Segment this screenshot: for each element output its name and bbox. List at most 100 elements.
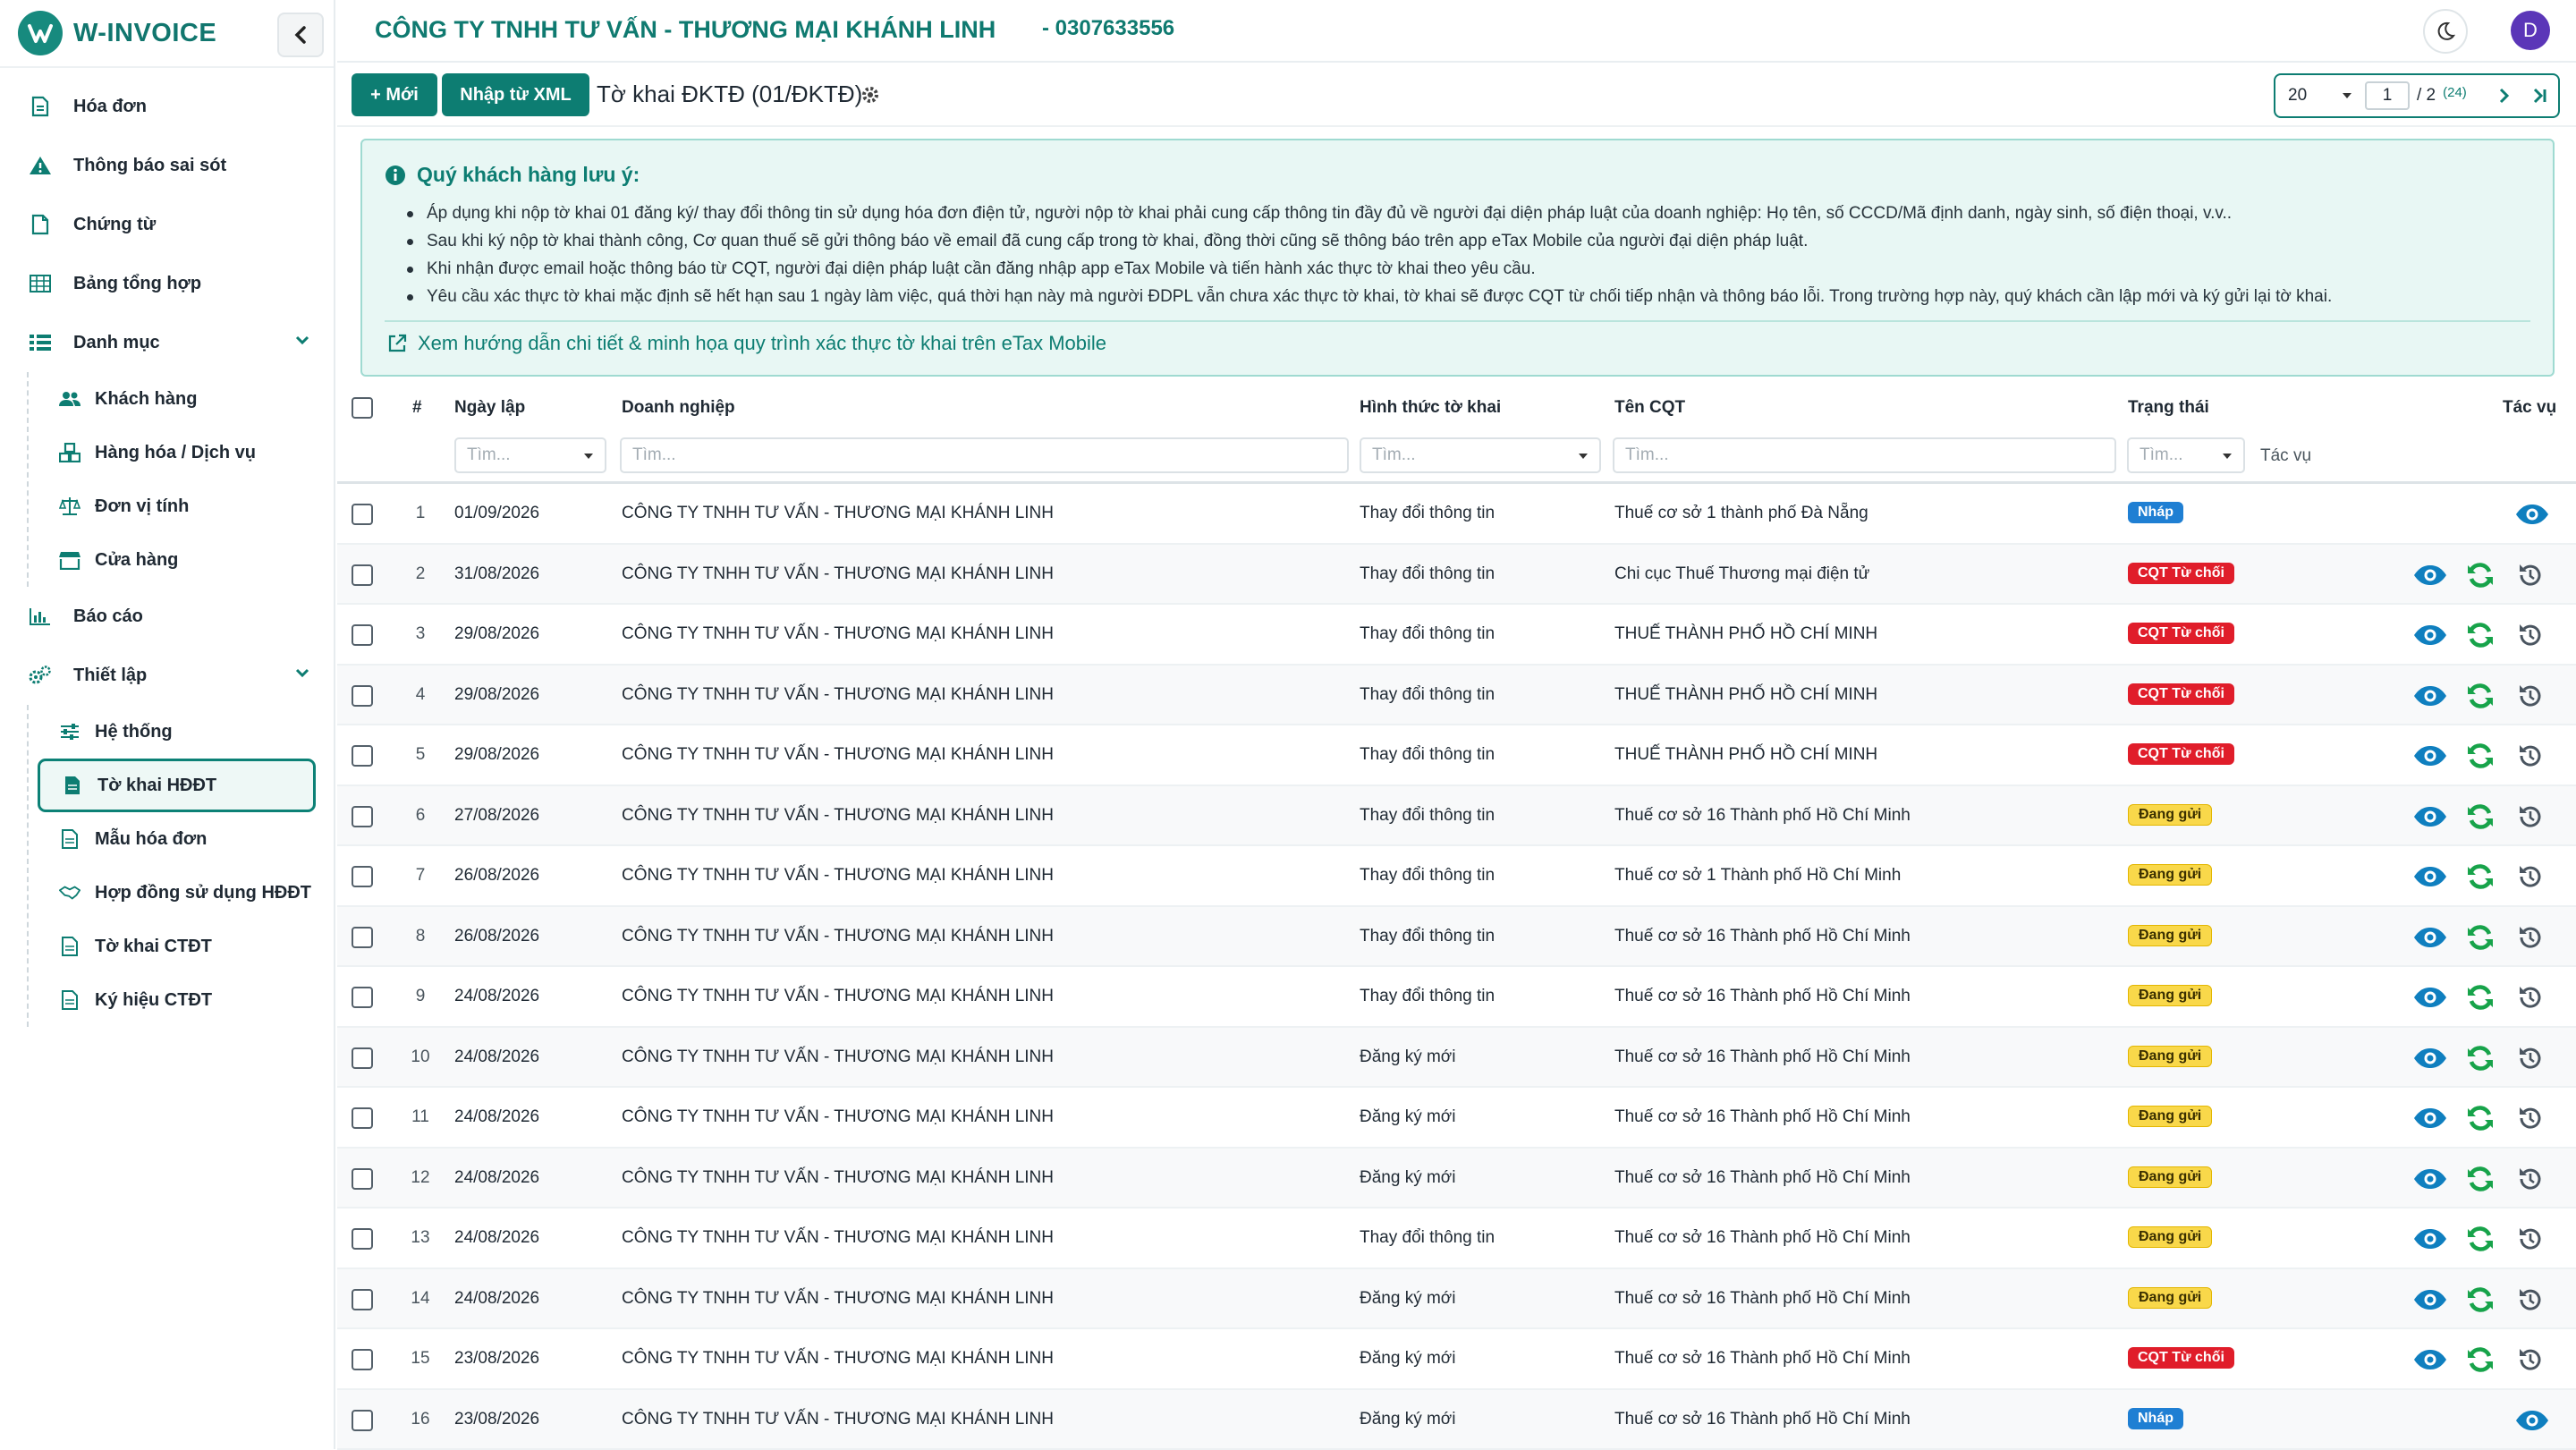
resend-sync-icon[interactable] xyxy=(2462,1344,2498,1375)
sidebar-item-don-vi-tinh[interactable]: Đơn vị tính xyxy=(38,479,316,533)
history-icon[interactable] xyxy=(2512,1344,2548,1375)
status-filter[interactable]: Tìm... xyxy=(2127,437,2245,473)
sidebar-item-hoa-don[interactable]: Hóa đơn xyxy=(0,77,335,136)
company-filter[interactable]: Tìm... xyxy=(620,437,1349,473)
resend-sync-icon[interactable] xyxy=(2462,1043,2498,1073)
row-checkbox[interactable] xyxy=(352,1410,373,1431)
history-icon[interactable] xyxy=(2512,1043,2548,1073)
type-filter[interactable]: Tìm... xyxy=(1360,437,1601,473)
select-all-checkbox[interactable] xyxy=(352,397,373,419)
view-eye-icon[interactable] xyxy=(2412,1344,2448,1375)
col-date[interactable]: Ngày lập xyxy=(454,398,525,418)
row-checkbox[interactable] xyxy=(352,806,373,827)
sidebar-item-hop-dong[interactable]: Hợp đồng sử dụng HĐĐT xyxy=(38,866,316,920)
row-checkbox[interactable] xyxy=(352,1228,373,1250)
table-row[interactable]: 429/08/2026CÔNG TY TNHH TƯ VẤN - THƯƠNG … xyxy=(337,666,2576,726)
row-checkbox[interactable] xyxy=(352,866,373,887)
col-company[interactable]: Doanh nghiệp xyxy=(622,398,735,418)
table-row[interactable]: 529/08/2026CÔNG TY TNHH TƯ VẤN - THƯƠNG … xyxy=(337,725,2576,786)
page-size-select[interactable]: 20 xyxy=(2288,81,2358,111)
view-eye-icon[interactable] xyxy=(2412,1224,2448,1254)
view-eye-icon[interactable] xyxy=(2412,681,2448,711)
gear-icon[interactable] xyxy=(860,85,880,105)
table-row[interactable]: 627/08/2026CÔNG TY TNHH TƯ VẤN - THƯƠNG … xyxy=(337,786,2576,847)
page-number-input[interactable]: 1 xyxy=(2365,81,2410,110)
view-eye-icon[interactable] xyxy=(2412,1103,2448,1133)
table-row[interactable]: 1324/08/2026CÔNG TY TNHH TƯ VẤN - THƯƠNG… xyxy=(337,1208,2576,1269)
table-row[interactable]: 1024/08/2026CÔNG TY TNHH TƯ VẤN - THƯƠNG… xyxy=(337,1028,2576,1089)
history-icon[interactable] xyxy=(2512,861,2548,892)
row-checkbox[interactable] xyxy=(352,745,373,767)
dark-mode-toggle[interactable] xyxy=(2423,9,2468,54)
resend-sync-icon[interactable] xyxy=(2462,1224,2498,1254)
table-row[interactable]: 726/08/2026CÔNG TY TNHH TƯ VẤN - THƯƠNG … xyxy=(337,846,2576,907)
sidebar-item-hang-hoa[interactable]: Hàng hóa / Dịch vụ xyxy=(38,426,316,479)
history-icon[interactable] xyxy=(2512,1224,2548,1254)
resend-sync-icon[interactable] xyxy=(2462,1103,2498,1133)
row-checkbox[interactable] xyxy=(352,1289,373,1310)
view-eye-icon[interactable] xyxy=(2514,499,2550,530)
row-checkbox[interactable] xyxy=(352,1047,373,1069)
guide-link[interactable]: Xem hướng dẫn chi tiết & minh họa quy tr… xyxy=(387,332,1106,355)
cqt-filter[interactable]: Tìm... xyxy=(1613,437,2116,473)
table-row[interactable]: 231/08/2026CÔNG TY TNHH TƯ VẤN - THƯƠNG … xyxy=(337,545,2576,606)
view-eye-icon[interactable] xyxy=(2412,560,2448,590)
sidebar-item-khach-hang[interactable]: Khách hàng xyxy=(38,372,316,426)
row-checkbox[interactable] xyxy=(352,1349,373,1370)
resend-sync-icon[interactable] xyxy=(2462,922,2498,953)
table-row[interactable]: 1224/08/2026CÔNG TY TNHH TƯ VẤN - THƯƠNG… xyxy=(337,1149,2576,1209)
view-eye-icon[interactable] xyxy=(2412,620,2448,650)
new-button[interactable]: + Mới xyxy=(352,73,437,116)
sidebar-item-bao-cao[interactable]: Báo cáo xyxy=(0,587,335,646)
table-row[interactable]: 1623/08/2026CÔNG TY TNHH TƯ VẤN - THƯƠNG… xyxy=(337,1390,2576,1450)
sidebar-item-to-khai-hddt[interactable]: Tờ khai HĐĐT xyxy=(38,759,316,812)
row-checkbox[interactable] xyxy=(352,564,373,586)
resend-sync-icon[interactable] xyxy=(2462,681,2498,711)
sidebar-item-thiet-lap[interactable]: Thiết lập xyxy=(0,646,335,705)
last-page-icon[interactable] xyxy=(2533,88,2547,104)
table-row[interactable]: 826/08/2026CÔNG TY TNHH TƯ VẤN - THƯƠNG … xyxy=(337,907,2576,968)
table-row[interactable]: 1523/08/2026CÔNG TY TNHH TƯ VẤN - THƯƠNG… xyxy=(337,1329,2576,1390)
history-icon[interactable] xyxy=(2512,681,2548,711)
next-page-icon[interactable] xyxy=(2499,88,2510,104)
resend-sync-icon[interactable] xyxy=(2462,982,2498,1013)
view-eye-icon[interactable] xyxy=(2412,1164,2448,1194)
resend-sync-icon[interactable] xyxy=(2462,801,2498,832)
history-icon[interactable] xyxy=(2512,1103,2548,1133)
row-checkbox[interactable] xyxy=(352,987,373,1008)
sidebar-item-thong-bao-sai-sot[interactable]: Thông báo sai sót xyxy=(0,136,335,195)
view-eye-icon[interactable] xyxy=(2412,741,2448,771)
sidebar-item-to-khai-ctdt[interactable]: Tờ khai CTĐT xyxy=(38,920,316,973)
history-icon[interactable] xyxy=(2512,801,2548,832)
col-status[interactable]: Trạng thái xyxy=(2128,398,2209,418)
history-icon[interactable] xyxy=(2512,922,2548,953)
history-icon[interactable] xyxy=(2512,741,2548,771)
table-row[interactable]: 1424/08/2026CÔNG TY TNHH TƯ VẤN - THƯƠNG… xyxy=(337,1269,2576,1330)
view-eye-icon[interactable] xyxy=(2412,922,2448,953)
row-checkbox[interactable] xyxy=(352,1168,373,1190)
history-icon[interactable] xyxy=(2512,620,2548,650)
date-filter[interactable]: Tìm... xyxy=(454,437,606,473)
view-eye-icon[interactable] xyxy=(2514,1405,2550,1436)
sidebar-item-bang-tong-hop[interactable]: Bảng tổng hợp xyxy=(0,254,335,313)
history-icon[interactable] xyxy=(2512,1164,2548,1194)
row-checkbox[interactable] xyxy=(352,927,373,948)
table-row[interactable]: 329/08/2026CÔNG TY TNHH TƯ VẤN - THƯƠNG … xyxy=(337,605,2576,666)
resend-sync-icon[interactable] xyxy=(2462,1164,2498,1194)
resend-sync-icon[interactable] xyxy=(2462,620,2498,650)
import-xml-button[interactable]: Nhập từ XML xyxy=(442,73,589,116)
sidebar-item-danh-muc[interactable]: Danh mục xyxy=(0,313,335,372)
sidebar-item-ky-hieu-ctdt[interactable]: Ký hiệu CTĐT xyxy=(38,973,316,1027)
row-checkbox[interactable] xyxy=(352,624,373,646)
col-cqt[interactable]: Tên CQT xyxy=(1614,398,1685,418)
view-eye-icon[interactable] xyxy=(2412,801,2448,832)
table-row[interactable]: 924/08/2026CÔNG TY TNHH TƯ VẤN - THƯƠNG … xyxy=(337,967,2576,1028)
view-eye-icon[interactable] xyxy=(2412,1043,2448,1073)
view-eye-icon[interactable] xyxy=(2412,861,2448,892)
resend-sync-icon[interactable] xyxy=(2462,1285,2498,1315)
row-checkbox[interactable] xyxy=(352,685,373,707)
sidebar-item-he-thong[interactable]: Hệ thống xyxy=(38,705,316,759)
sidebar-item-cua-hang[interactable]: Cửa hàng xyxy=(38,533,316,587)
resend-sync-icon[interactable] xyxy=(2462,741,2498,771)
col-type[interactable]: Hình thức tờ khai xyxy=(1360,398,1501,418)
